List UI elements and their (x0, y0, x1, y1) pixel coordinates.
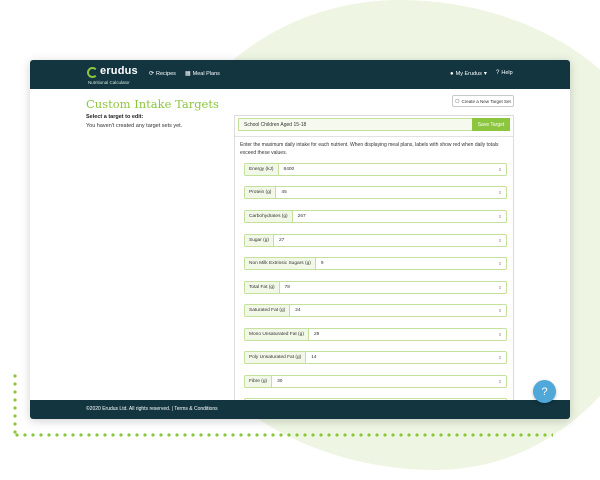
nav-recipes-link[interactable]: ⟳ Recipes (149, 70, 176, 78)
no-target-sets-message: You haven't created any target sets yet. (86, 123, 183, 129)
create-target-set-button[interactable]: ▢ Create a New Target Set (452, 95, 514, 107)
target-editor-panel: School Children Aged 15-18 Save Target E… (234, 115, 514, 400)
field-label: Energy (kJ) (245, 164, 279, 175)
nmes-field[interactable]: Non Milk Extrinsic Sugars (g) 9 ⇕ (244, 257, 507, 270)
spinner-icon[interactable]: ⇕ (494, 258, 506, 269)
spinner-icon[interactable]: ⇕ (494, 187, 506, 198)
decorative-dots-horizontal (13, 433, 553, 437)
spinner-icon[interactable]: ⇕ (494, 211, 506, 222)
field-input[interactable]: 9 (316, 258, 494, 269)
account-dropdown[interactable]: ● My Erudus ▾ (450, 70, 487, 78)
field-label: Mono Unsaturated Fat (g) (245, 329, 309, 340)
saturated-fat-field[interactable]: Saturated Fat (g) 24 ⇕ (244, 304, 507, 317)
navbar: erudus Nutritional Calculator ⟳ Recipes … (30, 60, 570, 89)
nav-help-link[interactable]: ? Help (496, 70, 513, 76)
user-icon: ● (450, 70, 454, 77)
field-label: Total Fat (g) (245, 282, 280, 293)
field-input[interactable]: 8400 (279, 164, 494, 175)
nav-meal-plans-link[interactable]: ▦ Meal Plans (185, 70, 220, 78)
field-input[interactable]: 45 (276, 187, 494, 198)
field-input[interactable]: 27 (274, 235, 494, 246)
field-input[interactable]: 24 (290, 305, 494, 316)
spinner-icon[interactable]: ⇕ (494, 305, 506, 316)
account-label: My Erudus (455, 70, 482, 77)
nav-help-label: Help (501, 70, 513, 76)
panel-divider (235, 136, 513, 137)
footer: ©2020 Erudus Ltd. All rights reserved. |… (30, 400, 570, 419)
nav-recipes-label: Recipes (156, 70, 176, 77)
app-window: erudus Nutritional Calculator ⟳ Recipes … (30, 60, 570, 419)
spinner-icon[interactable]: ⇕ (494, 164, 506, 175)
field-input[interactable]: 14 (306, 352, 494, 363)
field-input[interactable]: 30 (272, 376, 494, 387)
field-input[interactable]: 78 (280, 282, 494, 293)
caret-down-icon: ▾ (483, 71, 487, 77)
spinner-icon[interactable]: ⇕ (494, 376, 506, 387)
field-label: Non Milk Extrinsic Sugars (g) (245, 258, 316, 269)
help-icon: ? (496, 70, 500, 76)
brand-name: erudus (100, 65, 138, 77)
recipes-icon: ⟳ (149, 71, 155, 77)
carbohydrates-field[interactable]: Carbohydrates (g) 267 ⇕ (244, 210, 507, 223)
poly-unsaturated-fat-field[interactable]: Poly Unsaturated Fat (g) 14 ⇕ (244, 351, 507, 364)
calendar-icon: ▦ (185, 71, 191, 77)
brand-subtitle: Nutritional Calculator (88, 80, 130, 85)
protein-field[interactable]: Protein (g) 45 ⇕ (244, 186, 507, 199)
decorative-dots-vertical (13, 372, 17, 436)
energy-field[interactable]: Energy (kJ) 8400 ⇕ (244, 163, 507, 176)
fibre-field[interactable]: Fibre (g) 30 ⇕ (244, 375, 507, 388)
help-chat-button[interactable]: ? (533, 380, 556, 403)
brand-logo[interactable]: erudus Nutritional Calculator (87, 65, 157, 87)
mono-unsaturated-fat-field[interactable]: Mono Unsaturated Fat (g) 29 ⇕ (244, 328, 507, 341)
target-name-value: School Children Aged 15-18 (244, 122, 307, 128)
erudus-logo-icon (87, 67, 98, 78)
field-label: Saturated Fat (g) (245, 305, 291, 316)
total-fat-field[interactable]: Total Fat (g) 78 ⇕ (244, 281, 507, 294)
field-label: Protein (g) (245, 187, 277, 198)
save-target-button[interactable]: Save Target (472, 118, 510, 131)
stage: erudus Nutritional Calculator ⟳ Recipes … (0, 0, 600, 480)
page-title: Custom Intake Targets (86, 97, 219, 111)
spinner-icon[interactable]: ⇕ (494, 352, 506, 363)
instructions-text: Enter the maximum daily intake for each … (240, 142, 499, 156)
footer-text[interactable]: ©2020 Erudus Ltd. All rights reserved. |… (86, 406, 218, 412)
field-input[interactable]: 267 (293, 211, 494, 222)
target-name-input[interactable]: School Children Aged 15-18 (238, 118, 510, 131)
document-icon: ▢ (455, 98, 460, 103)
field-label: Carbohydrates (g) (245, 211, 293, 222)
field-label: Poly Unsaturated Fat (g) (245, 352, 307, 363)
spinner-icon[interactable]: ⇕ (494, 282, 506, 293)
field-input[interactable]: 29 (309, 329, 494, 340)
select-target-label: Select a target to edit: (86, 114, 144, 120)
sugar-field[interactable]: Sugar (g) 27 ⇕ (244, 234, 507, 247)
spinner-icon[interactable]: ⇕ (494, 235, 506, 246)
field-label: Sugar (g) (245, 235, 274, 246)
create-target-set-label: Create a New Target Set (461, 98, 511, 104)
field-label: Fibre (g) (245, 376, 273, 387)
spinner-icon[interactable]: ⇕ (494, 329, 506, 340)
nav-meal-plans-label: Meal Plans (192, 70, 220, 77)
